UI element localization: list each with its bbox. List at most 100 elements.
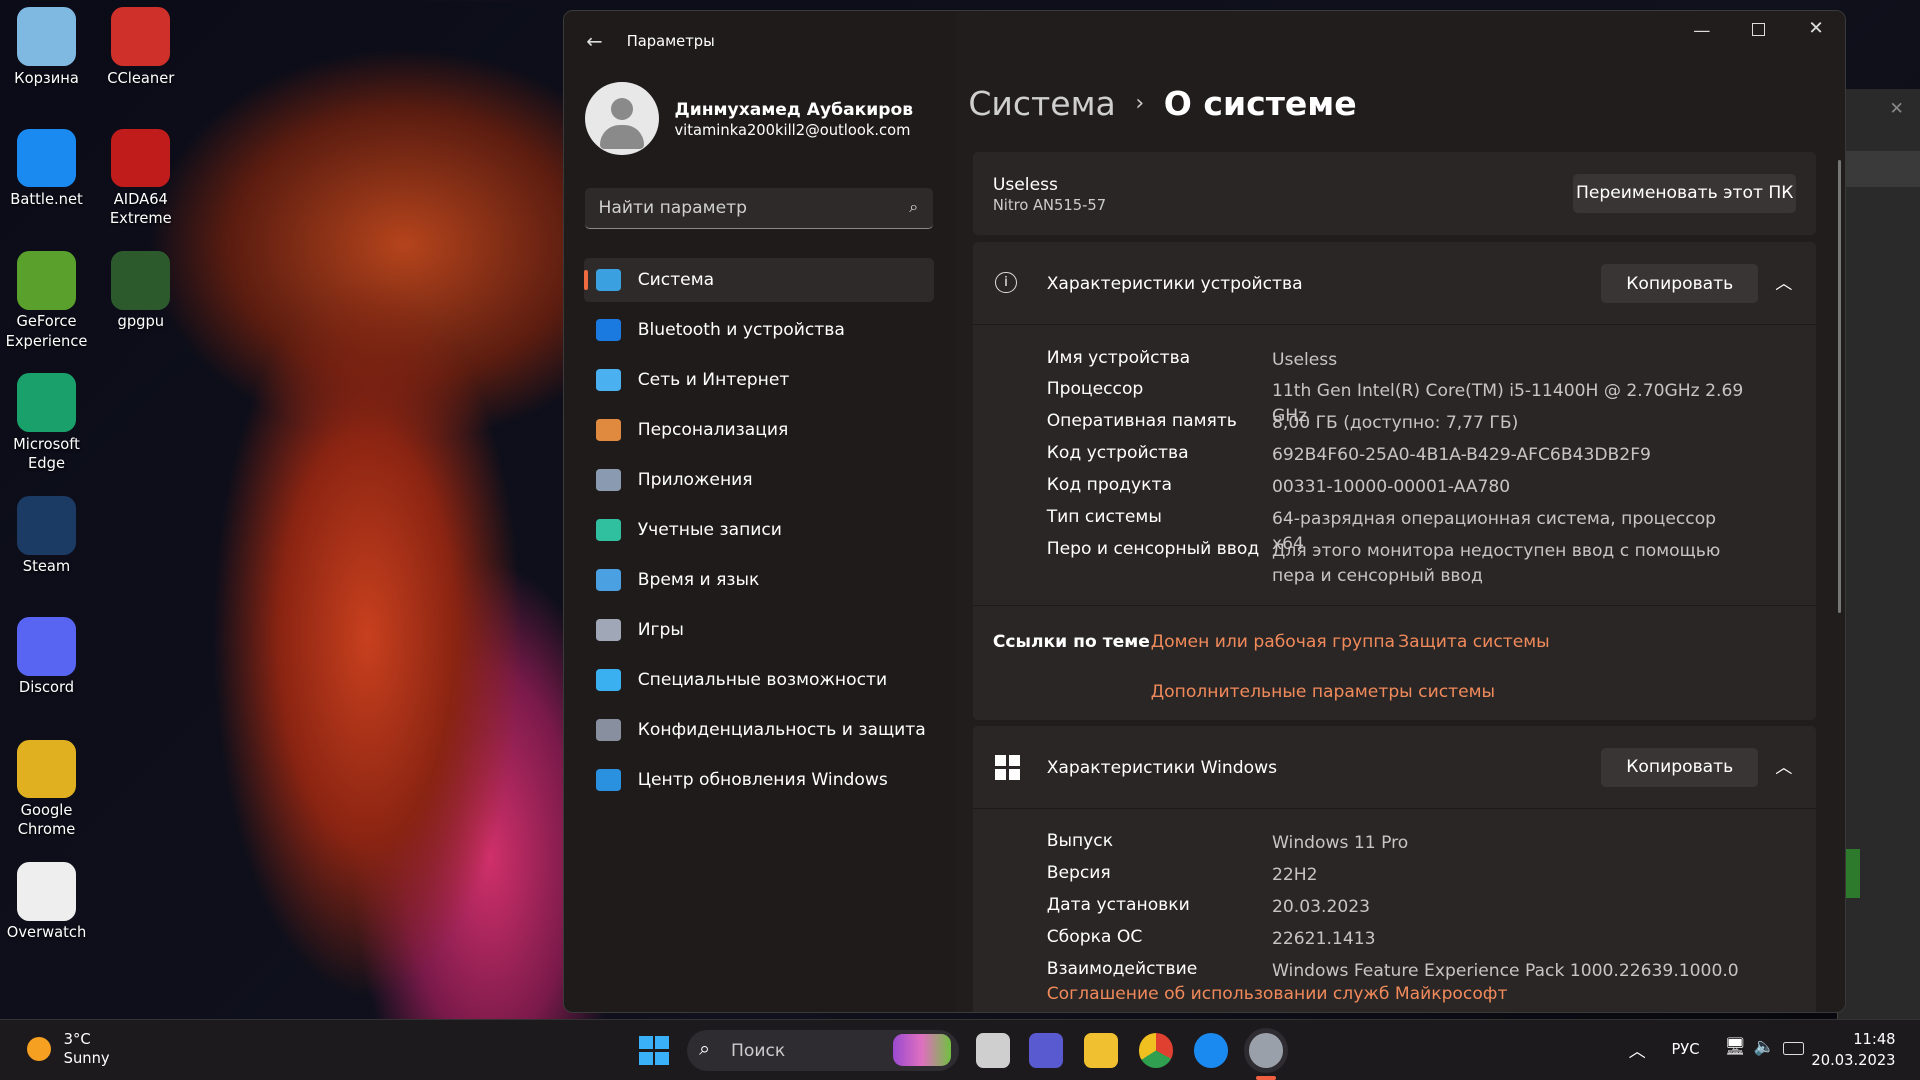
spec-value[interactable]: 692B4F60-25A0-4B1A-B429-AFC6B43DB2F9	[1272, 443, 1750, 467]
desktop-icon[interactable]: AIDA64 Extreme	[98, 128, 184, 229]
clock-date[interactable]: 20.03.2023	[1811, 1052, 1895, 1069]
taskbar: 3°C Sunny ⌕ Поиск ︿ РУС 🖥 🔈 11:48 20.03.…	[0, 1018, 1920, 1080]
desktop: ✕ Корзина CCleaner Battle.net AIDA64 Extrem…	[0, 0, 1920, 1080]
sidebar-item-label: Время и язык	[637, 569, 760, 590]
copy-windows-button[interactable]: Копировать	[1601, 747, 1759, 788]
scrollbar[interactable]	[1837, 160, 1842, 614]
close-button[interactable]: ✕	[1808, 18, 1823, 39]
sidebar-item[interactable]: Специальные возможности	[584, 658, 934, 702]
spec-value[interactable]: Useless	[1272, 348, 1750, 372]
chevron-right-icon: ›	[1135, 91, 1145, 117]
window-title: Параметры	[626, 32, 715, 50]
weather-temp[interactable]: 3°C	[64, 1031, 91, 1048]
rename-pc-button[interactable]: Переименовать этот ПК	[1573, 173, 1797, 213]
clock-time[interactable]: 11:48	[1853, 1031, 1895, 1048]
spec-label: Сборка ОС	[1046, 927, 1143, 948]
chevron-up-icon[interactable]: ︿	[1629, 1037, 1646, 1062]
settings-icon[interactable]	[1248, 1033, 1284, 1068]
link-domain[interactable]: Домен или рабочая группа	[1151, 632, 1395, 652]
file-explorer-icon[interactable]	[1083, 1033, 1118, 1068]
spec-row: Выпуск Windows 11 Pro	[1047, 831, 1750, 855]
sidebar-item[interactable]: Игры	[584, 608, 934, 652]
search-input[interactable]: Найти параметр ⌕	[585, 188, 933, 229]
spec-row: Перо и сенсорный ввод Для этого монитора …	[1047, 539, 1750, 588]
spec-row: Код продукта 00331-10000-00001-AA780	[1047, 475, 1750, 499]
sidebar-item[interactable]: Сеть и Интернет	[584, 358, 934, 402]
desktop-icon[interactable]: CCleaner	[98, 7, 184, 88]
breadcrumb: Система › О системе	[968, 84, 1356, 123]
sidebar-item[interactable]: Система	[583, 258, 935, 303]
chevron-up-icon[interactable]: ︿	[1775, 269, 1792, 294]
weather-desc[interactable]: Sunny	[64, 1050, 110, 1067]
desktop-icon[interactable]: Google Chrome	[4, 739, 90, 840]
avatar[interactable]	[585, 81, 659, 156]
desktop-icon-label: Discord	[18, 679, 75, 697]
sidebar-item-label: Сеть и Интернет	[637, 370, 790, 391]
desktop-icon[interactable]: Overwatch	[4, 862, 90, 943]
device-specs-card: i Характеристики устройства Копировать ︿…	[973, 242, 1816, 720]
app-icon	[111, 7, 171, 67]
sidebar-item[interactable]: Bluetooth и устройства	[584, 308, 934, 352]
spec-value[interactable]: 20.03.2023	[1272, 895, 1750, 919]
sidebar-item[interactable]: Время и язык	[584, 558, 934, 602]
battlenet-icon[interactable]	[1193, 1033, 1229, 1068]
weather-icon[interactable]	[26, 1036, 52, 1062]
sidebar-item[interactable]: Приложения	[584, 458, 934, 502]
desktop-icon[interactable]: Steam	[4, 495, 90, 577]
language-indicator[interactable]: РУС	[1671, 1041, 1699, 1058]
breadcrumb-parent[interactable]: Система	[968, 84, 1116, 123]
spec-label: Имя устройства	[1046, 347, 1191, 368]
spec-label: Перо и сенсорный ввод	[1046, 539, 1260, 560]
volume-icon[interactable]: 🔈	[1753, 1037, 1774, 1057]
spec-value[interactable]: 22H2	[1272, 863, 1750, 887]
spec-value[interactable]: Windows 11 Pro	[1272, 831, 1750, 855]
spec-row: Дата установки 20.03.2023	[1047, 895, 1750, 919]
spec-label: Дата установки	[1046, 895, 1190, 916]
desktop-icon[interactable]: Discord	[4, 617, 90, 698]
desktop-icon[interactable]: gpgpu	[98, 251, 184, 332]
link-advanced-settings[interactable]: Дополнительные параметры системы	[1151, 682, 1495, 702]
close-icon[interactable]: ✕	[1890, 99, 1904, 119]
sidebar-item[interactable]: Персонализация	[584, 408, 934, 452]
sidebar-item[interactable]: Учетные записи	[584, 508, 934, 552]
spec-label: Код продукта	[1046, 475, 1172, 496]
desktop-icon-label: Microsoft Edge	[13, 435, 80, 473]
chrome-icon[interactable]	[1138, 1033, 1174, 1068]
link-system-protection[interactable]: Защита системы	[1398, 632, 1550, 652]
background-window[interactable]: ✕	[1836, 89, 1920, 1020]
meet-icon[interactable]	[1028, 1033, 1063, 1068]
sidebar-item[interactable]: Конфиденциальность и защита	[584, 708, 934, 752]
task-view-icon[interactable]	[975, 1033, 1011, 1068]
sidebar-item[interactable]: Центр обновления Windows	[584, 758, 934, 802]
maximize-button[interactable]	[1752, 23, 1766, 37]
app-icon	[17, 739, 76, 799]
desktop-icon-label: Google Chrome	[17, 801, 76, 839]
windows-specs-card: Характеристики Windows Копировать ︿ Выпу…	[973, 725, 1816, 1013]
spec-value[interactable]: 22621.1413	[1272, 927, 1750, 951]
back-arrow-icon[interactable]: ←	[586, 30, 602, 53]
link-ms-agreement[interactable]: Соглашение об использовании служб Майкро…	[1047, 984, 1508, 1004]
app-icon	[17, 862, 76, 921]
taskbar-search[interactable]: ⌕ Поиск	[686, 1029, 959, 1072]
chevron-up-icon[interactable]: ︿	[1775, 753, 1792, 778]
desktop-icon[interactable]: Microsoft Edge	[4, 373, 90, 473]
minimize-button[interactable]: —	[1693, 21, 1710, 41]
sidebar-item-label: Персонализация	[637, 420, 789, 441]
copy-device-button[interactable]: Копировать	[1601, 264, 1759, 304]
network-icon[interactable]: 🖥	[1724, 1037, 1746, 1057]
desktop-icon[interactable]: GeForce Experience	[4, 251, 90, 351]
sidebar-item-label: Bluetooth и устройства	[637, 320, 845, 341]
spec-value[interactable]: 00331-10000-00001-AA780	[1272, 475, 1750, 499]
battery-icon[interactable]	[1782, 1041, 1805, 1055]
spec-value[interactable]: Для этого монитора недоступен ввод с пом…	[1272, 539, 1750, 588]
spec-row: Оперативная память 8,00 ГБ (доступно: 7,7…	[1047, 411, 1750, 435]
desktop-icon[interactable]: Корзина	[4, 7, 90, 88]
desktop-icon[interactable]: Battle.net	[4, 128, 90, 210]
spec-label: Оперативная память	[1046, 411, 1237, 432]
desktop-icon-label: gpgpu	[117, 313, 165, 331]
spec-value[interactable]: 8,00 ГБ (доступно: 7,77 ГБ)	[1272, 411, 1750, 435]
update-icon	[596, 768, 621, 791]
start-button[interactable]	[639, 1035, 669, 1066]
spec-value[interactable]: Windows Feature Experience Pack 1000.226…	[1272, 959, 1750, 983]
spec-label: Код устройства	[1046, 443, 1189, 464]
